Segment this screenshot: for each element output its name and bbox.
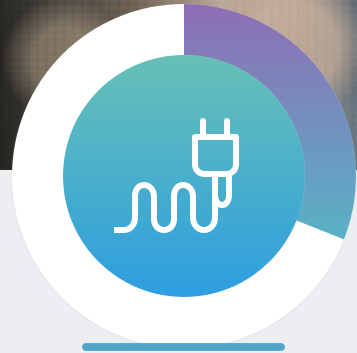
power-progress-widget: [0, 0, 357, 353]
bottom-progress-pill: [82, 343, 285, 351]
plug-icon: [114, 118, 239, 233]
